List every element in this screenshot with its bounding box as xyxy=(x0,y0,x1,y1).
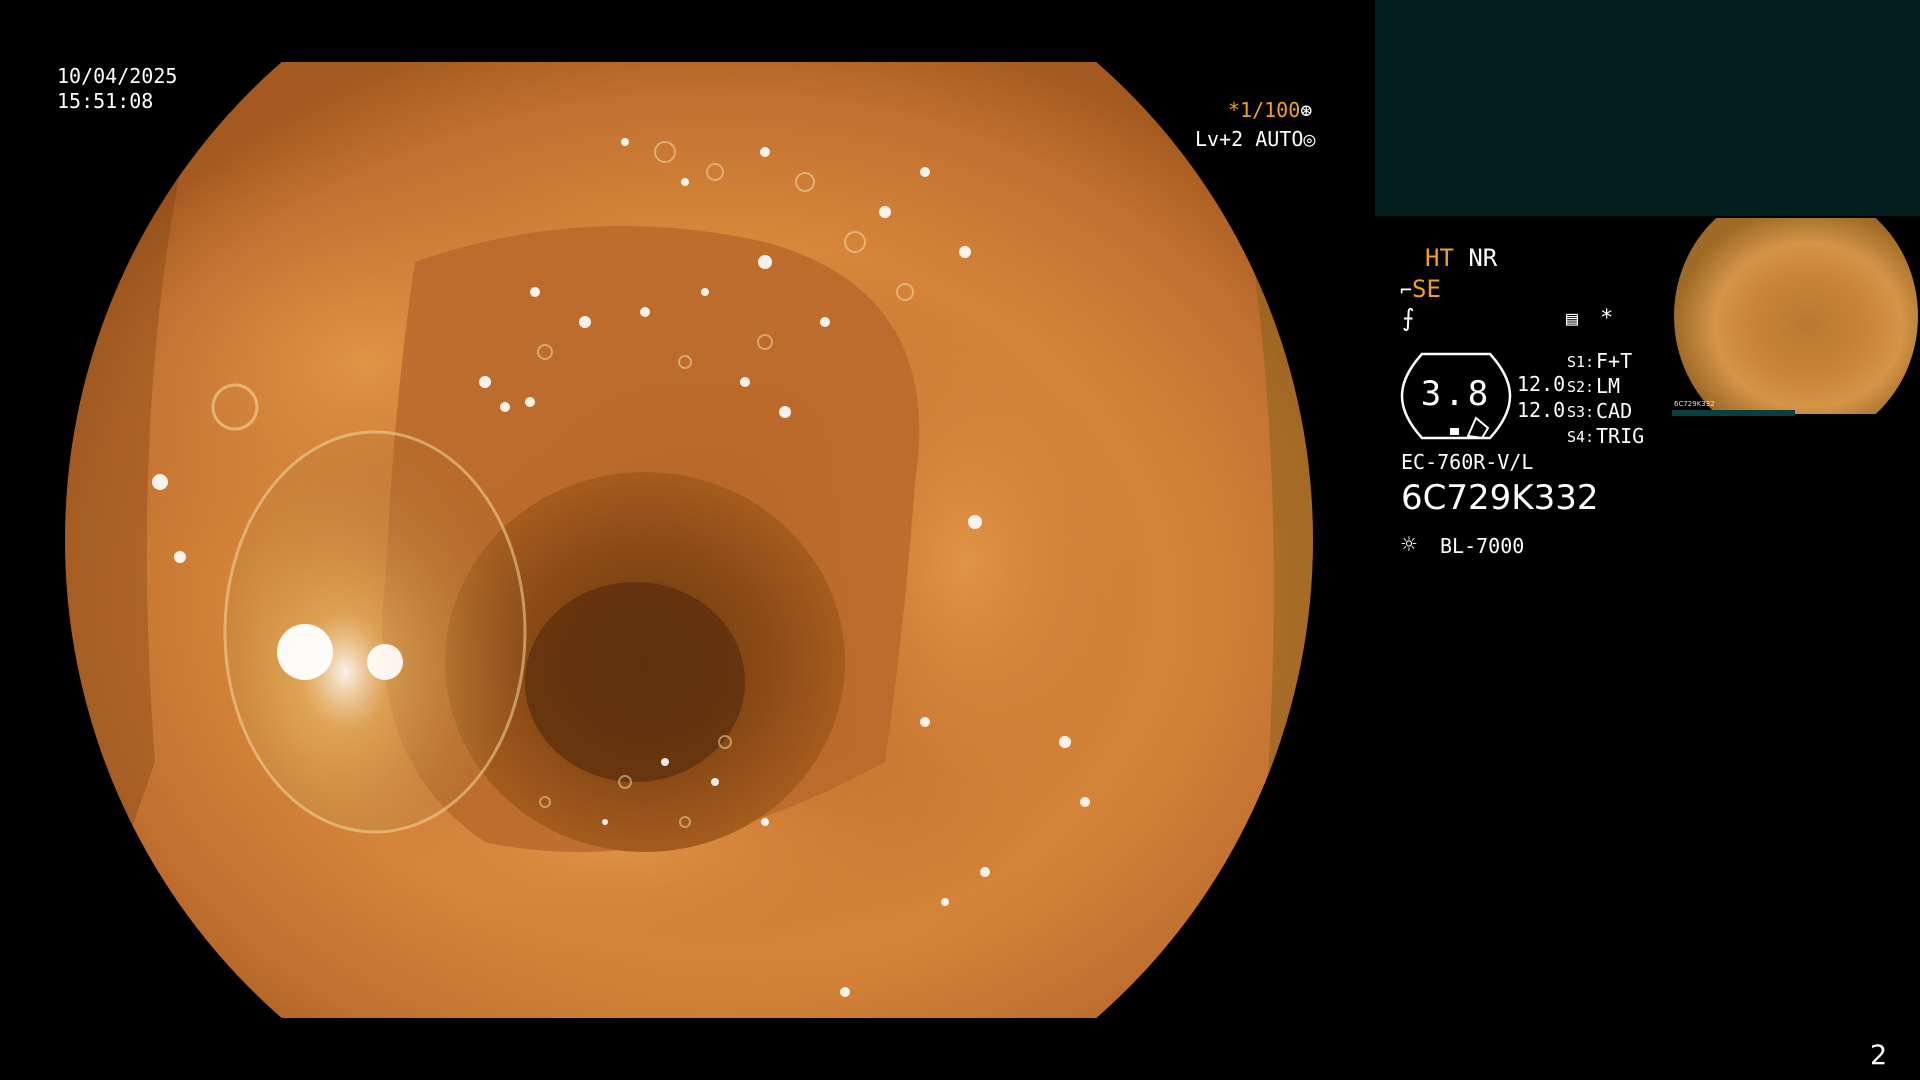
auto-iris-icon: ◎ xyxy=(1303,127,1316,151)
memory-icon: ▤ xyxy=(1566,306,1579,330)
value-2: 12.0 xyxy=(1517,398,1566,422)
scope-serial: 6C729K332 xyxy=(1401,478,1599,518)
mucosa-image xyxy=(65,62,1313,1018)
ht-nr-status: HT NR xyxy=(1425,244,1497,272)
light-source-icon: ☼ xyxy=(1401,530,1417,560)
nr-label: NR xyxy=(1468,244,1498,272)
value-1: 12.0 xyxy=(1517,372,1566,396)
thumbnail-serial: 6C729K332 xyxy=(1674,400,1715,408)
scope-model: EC-760R-V/L xyxy=(1401,450,1534,474)
shutter-indicator: *1/100⊛ xyxy=(1228,98,1312,122)
structure-icon: ⌐ xyxy=(1400,278,1413,302)
star-indicator: * xyxy=(1600,306,1614,331)
switch-3-label: S3: xyxy=(1567,403,1595,421)
switch-2-label: S2: xyxy=(1567,378,1595,396)
light-source-label: BL-7000 xyxy=(1440,534,1525,558)
page-number: 2 xyxy=(1870,1040,1888,1071)
switch-4-value: TRIG xyxy=(1596,424,1645,448)
switch-4-label: S4: xyxy=(1567,428,1595,446)
endoscopy-video-view xyxy=(65,62,1313,1018)
secondary-display-area xyxy=(1375,0,1920,216)
se-label: SE xyxy=(1412,275,1441,303)
date-text: 10/04/2025 xyxy=(57,64,178,88)
freeze-icon: ⨍ xyxy=(1402,304,1415,332)
switch-1-label: S1: xyxy=(1567,353,1595,371)
time-text: 15:51:08 xyxy=(57,89,154,113)
switch-2-value: LM xyxy=(1596,374,1621,398)
zoom-value: 3.8 xyxy=(1420,374,1492,414)
level-indicator: Lv+2 AUTO◎ xyxy=(1195,127,1315,151)
thumbnail-image xyxy=(1674,218,1918,414)
shutter-text: *1/100 xyxy=(1228,98,1301,122)
level-text: Lv+2 AUTO xyxy=(1195,127,1304,151)
switch-3-value: CAD xyxy=(1596,399,1633,423)
switch-1-value: F+T xyxy=(1596,349,1633,373)
se-status: ⌐SE xyxy=(1400,275,1441,303)
thumbnail-strip xyxy=(1672,410,1795,416)
ht-label: HT xyxy=(1425,244,1454,272)
timestamp: 10/04/2025 15:51:08 xyxy=(57,64,177,114)
aperture-icon: ⊛ xyxy=(1300,98,1313,122)
thumbnail-preview[interactable]: 6C729K332 xyxy=(1672,216,1920,416)
